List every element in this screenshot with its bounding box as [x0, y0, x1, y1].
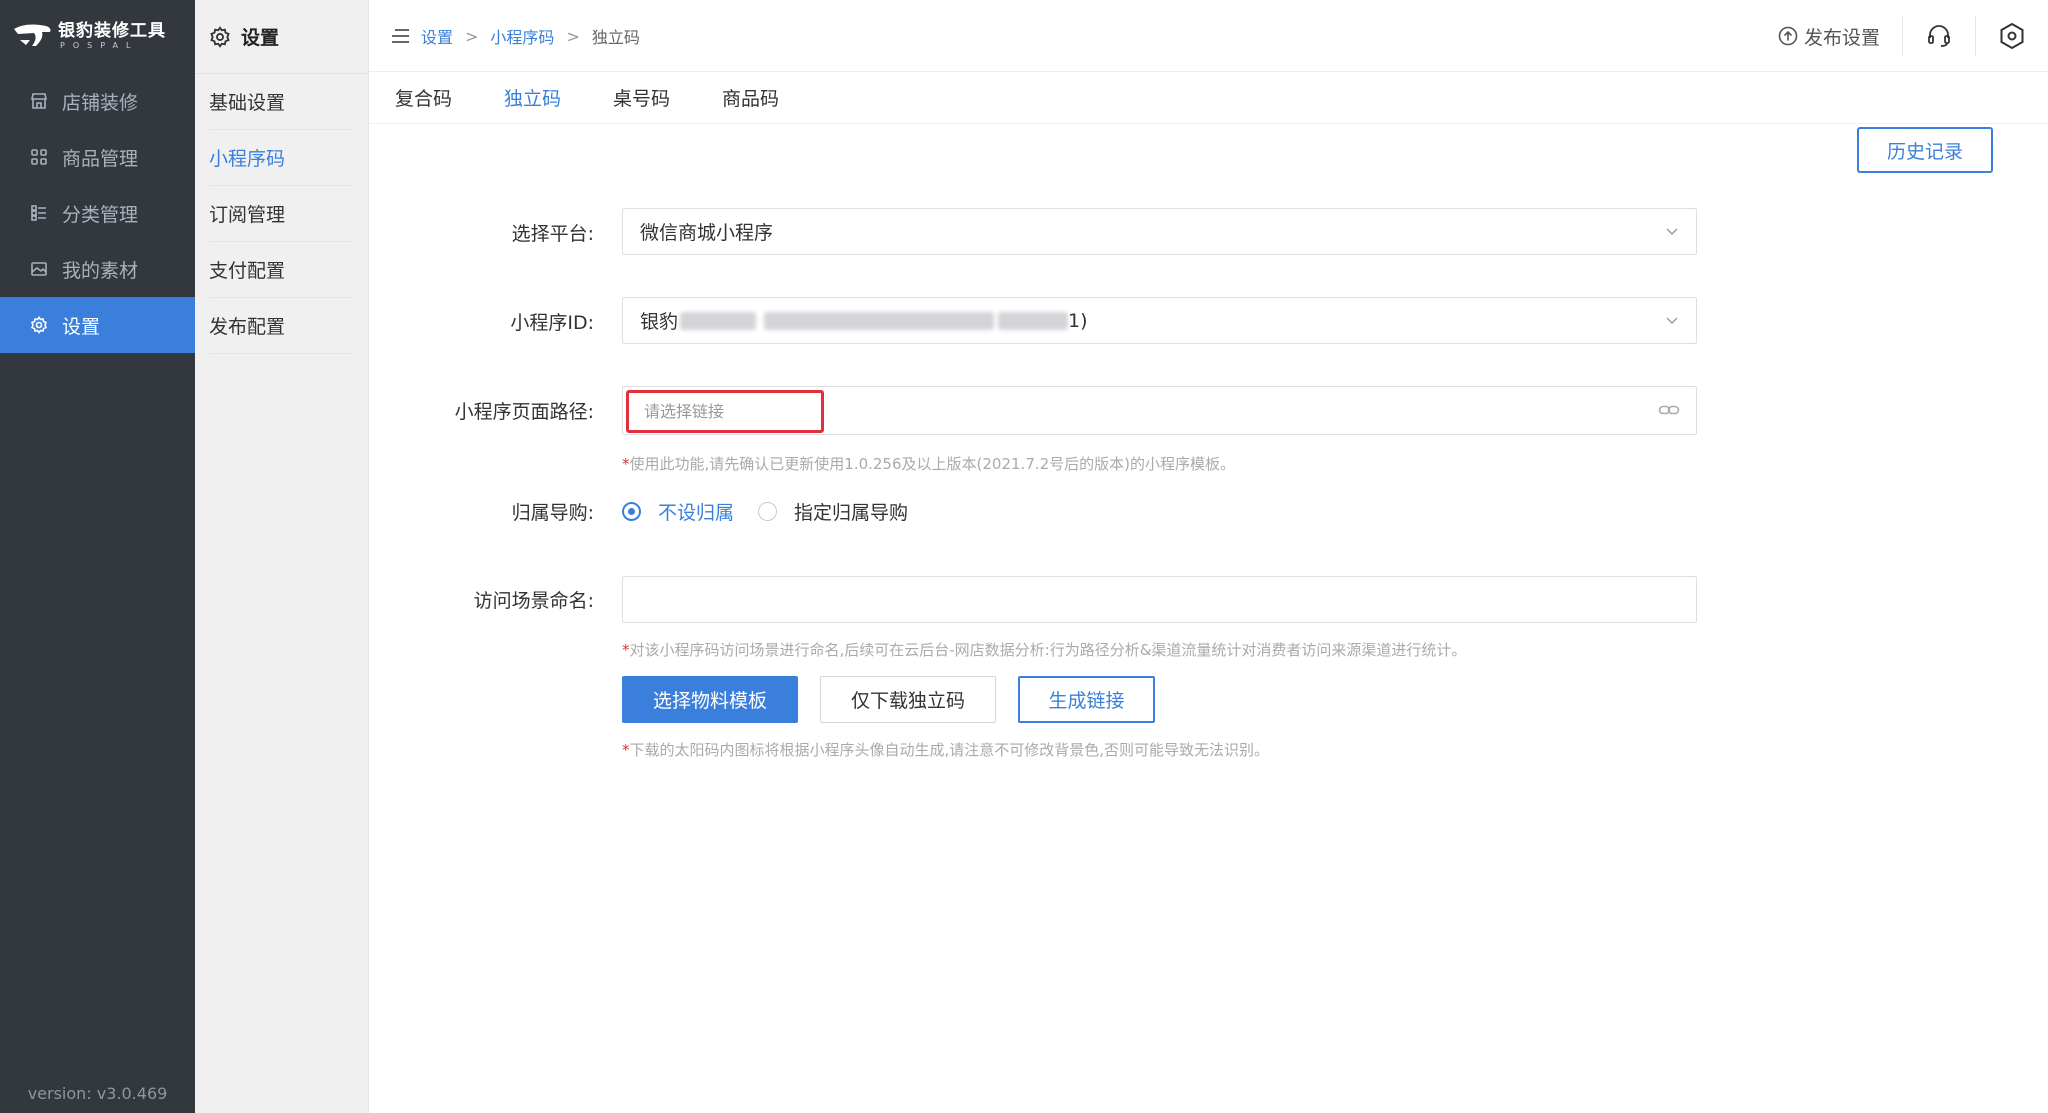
top-actions: 发布设置 — [1756, 0, 2048, 72]
leopard-logo-icon — [14, 24, 51, 46]
hint-star: * — [622, 641, 630, 659]
menu-item-product-management[interactable]: 商品管理 — [0, 129, 195, 185]
publish-settings-button[interactable]: 发布设置 — [1756, 16, 1902, 56]
page-path-label: 小程序页面路径: — [454, 401, 594, 423]
settings-subnav: 设置 基础设置 小程序码 订阅管理 支付配置 发布配置 — [195, 0, 369, 1113]
platform-label: 选择平台: — [511, 223, 594, 245]
subnav-item-basic-settings[interactable]: 基础设置 — [209, 74, 354, 130]
subnav-header: 设置 — [195, 0, 368, 74]
scene-name-label: 访问场景命名: — [473, 590, 594, 612]
scene-name-hint: *对该小程序码访问场景进行命名,后续可在云后台-网店数据分析:行为路径分析&渠道… — [622, 639, 1466, 660]
image-icon — [28, 258, 50, 280]
radio-no-guide[interactable]: 不设归属 — [622, 498, 734, 525]
radio-dot — [622, 502, 641, 521]
platform-value: 微信商城小程序 — [640, 222, 774, 244]
subnav-item-payment[interactable]: 支付配置 — [209, 242, 354, 298]
subnav-title: 设置 — [241, 27, 280, 49]
logo-title: 银豹装修工具 — [58, 21, 166, 41]
appid-suffix: 1) — [1068, 309, 1088, 332]
list-icon — [28, 202, 50, 224]
breadcrumb: 设置 > 小程序码 > 独立码 — [391, 24, 640, 48]
breadcrumb-separator: > — [566, 26, 580, 46]
guide-radio-group: 不设归属 指定归属导购 — [622, 498, 932, 525]
version-label: version: v3.0.469 — [27, 1084, 168, 1103]
menu-label: 我的素材 — [62, 259, 139, 282]
support-headset-button[interactable] — [1903, 0, 1975, 72]
breadcrumb-separator: > — [465, 26, 479, 46]
tab-composite-code[interactable]: 复合码 — [395, 84, 452, 111]
radio-dot — [758, 502, 778, 521]
appid-select[interactable]: 银豹 1) — [622, 297, 1697, 344]
link-icon[interactable] — [1658, 401, 1680, 419]
menu-label: 商品管理 — [62, 147, 139, 170]
download-hint: *下载的太阳码内图标将根据小程序头像自动生成,请注意不可修改背景色,否则可能导致… — [622, 739, 1269, 760]
menu-item-category-management[interactable]: 分类管理 — [0, 185, 195, 241]
subnav-item-subscription[interactable]: 订阅管理 — [209, 186, 354, 242]
radio-label: 指定归属导购 — [794, 502, 909, 524]
upload-circle-icon — [1778, 26, 1798, 46]
publish-settings-label: 发布设置 — [1803, 26, 1880, 49]
store-icon — [28, 90, 50, 112]
breadcrumb-settings[interactable]: 设置 — [421, 24, 453, 48]
menu-item-store-decoration[interactable]: 店铺装修 — [0, 73, 195, 129]
appid-prefix: 银豹 — [640, 311, 679, 333]
app-logo[interactable]: 银豹装修工具 POSPAL — [12, 18, 166, 54]
hint-star: * — [622, 455, 630, 473]
tab-standalone-code[interactable]: 独立码 — [504, 84, 561, 111]
hex-settings-icon — [2000, 22, 2024, 50]
main-content: 历史记录 选择平台: 微信商城小程序 小程序ID: 银豹 1) 小程序页面路径:… — [369, 124, 2048, 1113]
subnav-item-mini-program-code[interactable]: 小程序码 — [209, 130, 354, 186]
gear-icon — [28, 314, 50, 336]
chevron-down-icon — [1664, 223, 1680, 239]
menu-item-settings[interactable]: 设置 — [0, 297, 195, 353]
menu-label: 店铺装修 — [62, 91, 139, 114]
hint-text: 对该小程序码访问场景进行命名,后续可在云后台-网店数据分析:行为路径分析&渠道流… — [629, 641, 1467, 659]
grid-icon — [28, 146, 50, 168]
code-type-tabs: 复合码 独立码 桌号码 商品码 — [369, 72, 2048, 124]
redacted-text — [998, 311, 1069, 330]
page-path-hint: *使用此功能,请先确认已更新使用1.0.256及以上版本(2021.7.2号后的… — [622, 453, 1235, 474]
logo-subtitle: POSPAL — [60, 41, 139, 50]
breadcrumb-current: 独立码 — [591, 28, 640, 47]
select-template-button[interactable]: 选择物料模板 — [622, 676, 798, 723]
hint-text: 下载的太阳码内图标将根据小程序头像自动生成,请注意不可修改背景色,否则可能导致无… — [629, 741, 1270, 759]
guide-label: 归属导购: — [511, 502, 594, 524]
chevron-down-icon — [1664, 312, 1680, 328]
main-menu: 店铺装修 商品管理 分类管理 我的素材 设置 — [0, 73, 195, 353]
radio-label: 不设归属 — [658, 502, 735, 524]
scene-name-input[interactable] — [622, 576, 1697, 623]
hint-text: 使用此功能,请先确认已更新使用1.0.256及以上版本(2021.7.2号后的版… — [629, 455, 1236, 473]
appid-label: 小程序ID: — [510, 312, 594, 334]
breadcrumb-mini-program-code[interactable]: 小程序码 — [490, 24, 554, 48]
system-settings-button[interactable] — [1976, 0, 2048, 72]
redacted-text — [680, 311, 757, 330]
main-sidebar: 银豹装修工具 POSPAL 店铺装修 商品管理 分类管理 我的素材 设置 ver… — [0, 0, 195, 1113]
page-path-input[interactable] — [626, 390, 824, 433]
subnav-item-publish-config[interactable]: 发布配置 — [209, 298, 354, 354]
tab-product-code[interactable]: 商品码 — [722, 84, 779, 111]
radio-assign-guide[interactable]: 指定归属导购 — [758, 498, 908, 525]
tab-table-code[interactable]: 桌号码 — [613, 84, 670, 111]
redacted-text — [764, 311, 995, 330]
page-path-field — [622, 386, 1697, 435]
headset-icon — [1928, 25, 1950, 47]
generate-link-button[interactable]: 生成链接 — [1018, 676, 1155, 723]
platform-select[interactable]: 微信商城小程序 — [622, 208, 1697, 255]
gear-icon — [209, 25, 231, 48]
download-code-button[interactable]: 仅下载独立码 — [820, 676, 996, 723]
history-button[interactable]: 历史记录 — [1857, 127, 1993, 173]
menu-label: 设置 — [62, 315, 101, 338]
menu-item-my-materials[interactable]: 我的素材 — [0, 241, 195, 297]
top-bar: 设置 > 小程序码 > 独立码 发布设置 — [369, 0, 2048, 72]
hint-star: * — [622, 741, 630, 759]
menu-toggle-icon[interactable] — [391, 28, 411, 44]
menu-label: 分类管理 — [62, 203, 139, 226]
